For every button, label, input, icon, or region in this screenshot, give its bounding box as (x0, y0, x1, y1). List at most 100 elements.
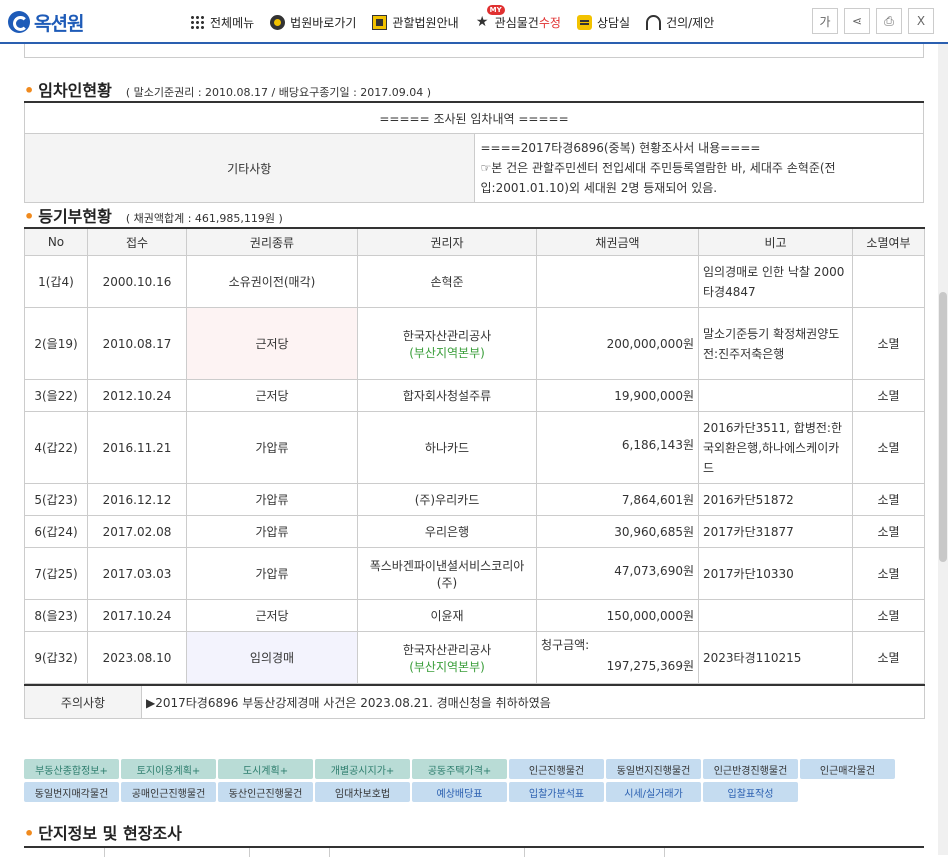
nav-label: 관심물건 (494, 15, 539, 30)
cell-amount: 6,186,143원 (536, 411, 699, 484)
cell-holder: 우리은행 (357, 515, 537, 548)
section-subtitle: ( 말소기준권리 : 2010.08.17 / 배당요구종기일 : 2017.0… (125, 86, 432, 99)
print-button[interactable]: ⎙ (876, 8, 902, 34)
headset-icon (646, 14, 662, 30)
cell-type: 가압류 (186, 483, 358, 516)
nearby-ongoing-button[interactable]: 인근진행물건 (509, 759, 604, 779)
holder-name: (주)우리카드 (414, 493, 480, 507)
cell-holder: 폭스바겐파이낸셜서비스코리아(주) (357, 547, 537, 600)
cell-status: 소멸 (852, 599, 925, 632)
tenant-header: ===== 조사된 임차내역 ===== (24, 101, 924, 134)
cell-remark: 말소기준등기 확정채권양도전:진주저축은행 (698, 307, 853, 380)
tenant-note-line: ====2017타경6896(중복) 현황조사서 내용==== (480, 141, 761, 155)
land-use-plan-button[interactable]: 토지이용계획+ (121, 759, 216, 779)
apartment-price-button[interactable]: 공동주택가격+ (412, 759, 507, 779)
cell-remark: 2016카단3511, 합병전:한국외환은행,하나에스케이카드 (698, 411, 853, 484)
cell-amount (536, 255, 699, 308)
table-row: 9(갑32) 2023.08.10 임의경매 한국자산관리공사 (부산지역본부)… (24, 631, 925, 684)
nearby-sold-button[interactable]: 인근매각물건 (800, 759, 895, 779)
nav-interest-items[interactable]: ★ MY 관심물건 수정 (475, 4, 561, 31)
scrollbar-thumb[interactable] (939, 292, 947, 562)
nav-suggestion[interactable]: 건의/제안 (646, 14, 714, 31)
same-lot-sold-button[interactable]: 동일번지매각물건 (24, 782, 119, 802)
cell-remark: 2017카단10330 (698, 547, 853, 600)
cell-status (852, 255, 925, 308)
cell-amount: 7,864,601원 (536, 483, 699, 516)
cell-remark: 2016카단51872 (698, 483, 853, 516)
tenant-table: ===== 조사된 임차내역 ===== 기타사항 ====2017타경6896… (24, 101, 924, 203)
claim-label: 청구금액: (541, 638, 590, 652)
cell-holder: 손혁준 (357, 255, 537, 308)
cell-status: 소멸 (852, 379, 925, 412)
bid-form-button[interactable]: 입찰표작성 (703, 782, 798, 802)
cell-date: 2010.08.17 (87, 307, 187, 380)
col-header: 비고 (698, 227, 853, 256)
cell-amount: 200,000,000원 (536, 307, 699, 380)
cell-date: 2023.08.10 (87, 631, 187, 684)
registry-table: No 접수 권리종류 권리자 채권금액 비고 소멸여부 1(갑4) 2000.1… (24, 227, 925, 684)
cell-holder: 이윤재 (357, 599, 537, 632)
lease-protection-law-button[interactable]: 임대차보호법 (315, 782, 410, 802)
bullet-icon: • (24, 81, 35, 100)
font-size-button[interactable]: 가 (812, 8, 838, 34)
nav-court-shortcut[interactable]: 법원바로가기 (270, 14, 356, 31)
chat-icon (576, 14, 592, 30)
section-subtitle: ( 채권액합계 : 461,985,119원 ) (125, 212, 283, 225)
cell-type: 가압류 (186, 515, 358, 548)
logo-text: 옥션원 (34, 12, 84, 35)
logo-mark-icon (8, 11, 30, 33)
holder-name: 이윤재 (430, 609, 464, 623)
logo[interactable]: 옥션원 (8, 9, 84, 35)
same-lot-ongoing-button[interactable]: 동일번지진행물건 (606, 759, 701, 779)
nav-consult[interactable]: 상담실 (576, 14, 630, 31)
col-header: 권리자 (357, 227, 537, 256)
scrollbar[interactable] (938, 44, 948, 855)
cell-holder: 하나카드 (357, 411, 537, 484)
cell-remark: 임의경매로 인한 낙찰 2000타경4847 (698, 255, 853, 308)
cell-no: 3(을22) (24, 379, 88, 412)
toolbar: 가 ⋖ ⎙ X (806, 8, 934, 34)
land-price-button[interactable]: 개별공시지가+ (315, 759, 410, 779)
cell-no: 8(을23) (24, 599, 88, 632)
share-icon: ⋖ (851, 14, 863, 28)
cell-type: 임의경매 (186, 631, 358, 684)
cell-no: 5(갑23) (24, 483, 88, 516)
market-price-button[interactable]: 시세/실거래가 (606, 782, 701, 802)
holder-sub: (부산지역본부) (409, 659, 485, 674)
bid-analysis-button[interactable]: 입찰가분석표 (509, 782, 604, 802)
close-button[interactable]: X (908, 8, 934, 34)
nav-label: 관할법원안내 (392, 15, 459, 30)
bullet-icon: • (24, 824, 35, 843)
tenant-note: ====2017타경6896(중복) 현황조사서 내용==== ☞본 건은 관할… (473, 133, 924, 203)
holder-name: 우리은행 (424, 525, 470, 539)
nav-label: 전체메뉴 (210, 15, 255, 30)
court-icon (372, 14, 388, 30)
tenant-note-label: 기타사항 (24, 133, 475, 203)
cell-holder: 합자회사청설주류 (357, 379, 537, 412)
holder-name: 한국자산관리공사 (402, 642, 492, 657)
expected-dividend-button[interactable]: 예상배당표 (412, 782, 507, 802)
table-row: 2(을19) 2010.08.17 근저당 한국자산관리공사 (부산지역본부) … (24, 307, 925, 380)
movable-nearby-button[interactable]: 동산인근진행물건 (218, 782, 313, 802)
cell-date: 2017.02.08 (87, 515, 187, 548)
cell-type: 소유권이전(매각) (186, 255, 358, 308)
caution-text: ▶2017타경6896 부동산강제경매 사건은 2023.08.21. 경매신청… (141, 684, 925, 719)
link-button-group: 부동산종합정보+ 토지이용계획+ 도시계획+ 개별공시지가+ 공동주택가격+ 인… (24, 759, 924, 805)
cell-amount: 청구금액: 197,275,369원 (536, 631, 699, 684)
tenant-section-title: • 임차인현황 ( 말소기준권리 : 2010.08.17 / 배당요구종기일 … (24, 77, 431, 101)
nav-label: 건의/제안 (666, 15, 715, 30)
col-header: 소멸여부 (852, 227, 925, 256)
urban-plan-button[interactable]: 도시계획+ (218, 759, 313, 779)
nav-all-menu[interactable]: 전체메뉴 (190, 14, 254, 31)
nav-court-guide[interactable]: 관할법원안내 (372, 14, 459, 31)
land-info-button[interactable]: 부동산종합정보+ (24, 759, 119, 779)
share-button[interactable]: ⋖ (844, 8, 870, 34)
cell-type: 근저당 (186, 599, 358, 632)
cell-no: 1(갑4) (24, 255, 88, 308)
registry-header-row: No 접수 권리종류 권리자 채권금액 비고 소멸여부 (24, 227, 925, 256)
bullet-icon: • (24, 207, 35, 226)
public-sale-nearby-button[interactable]: 공매인근진행물건 (121, 782, 216, 802)
cell-status: 소멸 (852, 483, 925, 516)
cell-remark: 2017카단31877 (698, 515, 853, 548)
nearby-radius-ongoing-button[interactable]: 인근반경진행물건 (703, 759, 798, 779)
